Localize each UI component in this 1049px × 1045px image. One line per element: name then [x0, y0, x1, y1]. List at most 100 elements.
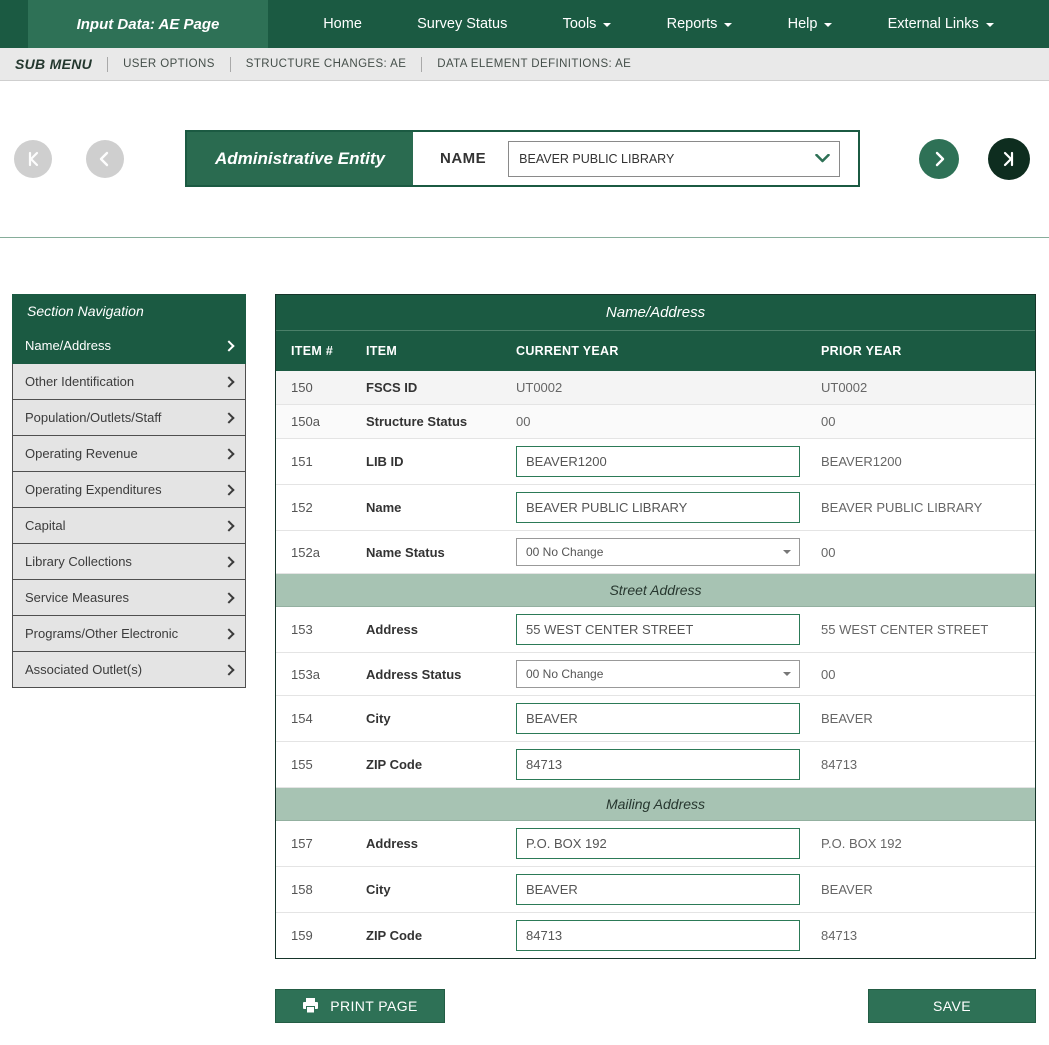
entity-header: Administrative Entity NAME BEAVER PUBLIC… [185, 130, 860, 187]
nav-item-label: Help [788, 16, 818, 32]
sidebar-item-capital[interactable]: Capital [12, 508, 246, 544]
nav-item-survey-status[interactable]: Survey Status [417, 16, 507, 32]
caret-down-icon [783, 672, 791, 676]
city-input[interactable] [516, 703, 800, 734]
table-row: 155 ZIP Code 84713 [276, 742, 1035, 788]
last-record-button[interactable] [988, 138, 1030, 180]
submenu-link-structure-changes[interactable]: STRUCTURE CHANGES: AE [246, 58, 406, 70]
sidebar-item-programs-other-electronic[interactable]: Programs/Other Electronic [12, 616, 246, 652]
table-row: 158 City BEAVER [276, 867, 1035, 913]
street-address-input[interactable] [516, 614, 800, 645]
item-number: 153a [276, 667, 366, 682]
submenu-link-user-options[interactable]: USER OPTIONS [123, 58, 215, 70]
zip-code-input[interactable] [516, 749, 800, 780]
prior-year-value: BEAVER [821, 711, 1035, 726]
sidebar-item-label: Capital [25, 518, 65, 533]
sidebar-item-name-address[interactable]: Name/Address [12, 328, 246, 364]
nav-item-label: External Links [888, 16, 979, 32]
lib-id-input[interactable] [516, 446, 800, 477]
chevron-left-icon [97, 151, 113, 167]
nav-item-label: Reports [667, 16, 718, 32]
prior-year-value: BEAVER PUBLIC LIBRARY [821, 500, 1035, 515]
nav-item-external-links[interactable]: External Links [888, 16, 994, 32]
chevron-right-icon [223, 412, 234, 423]
table-row: 152a Name Status 00 No Change 00 [276, 531, 1035, 574]
name-address-table: Name/Address ITEM # ITEM CURRENT YEAR PR… [275, 294, 1036, 959]
sidebar-item-operating-revenue[interactable]: Operating Revenue [12, 436, 246, 472]
chevron-right-icon [223, 628, 234, 639]
entity-name-dropdown[interactable]: BEAVER PUBLIC LIBRARY [508, 141, 840, 177]
sidebar-item-operating-expenditures[interactable]: Operating Expenditures [12, 472, 246, 508]
sidebar-item-other-identification[interactable]: Other Identification [12, 364, 246, 400]
item-number: 158 [276, 882, 366, 897]
table-row: 153a Address Status 00 No Change 00 [276, 653, 1035, 696]
sub-menu-title: SUB MENU [15, 56, 92, 72]
top-nav-items: Home Survey Status Tools Reports Help Ex… [268, 0, 1049, 48]
table-row: 157 Address P.O. BOX 192 [276, 821, 1035, 867]
table-row: 153 Address 55 WEST CENTER STREET [276, 607, 1035, 653]
item-number: 152a [276, 545, 366, 560]
save-button[interactable]: SAVE [868, 989, 1036, 1023]
mailing-city-input[interactable] [516, 874, 800, 905]
sidebar-item-population-outlets-staff[interactable]: Population/Outlets/Staff [12, 400, 246, 436]
prior-year-value: 55 WEST CENTER STREET [821, 622, 1035, 637]
column-header-item-number: ITEM # [276, 344, 366, 358]
prior-year-value: 00 [821, 545, 1035, 560]
entity-title: Administrative Entity [187, 132, 413, 185]
prior-year-value: UT0002 [821, 380, 1035, 395]
item-name: City [366, 882, 516, 897]
chevron-down-icon [815, 154, 830, 163]
chevron-right-icon [223, 592, 234, 603]
section-header-mailing-address: Mailing Address [276, 788, 1035, 821]
section-navigation-title: Section Navigation [12, 294, 246, 328]
mailing-address-input[interactable] [516, 828, 800, 859]
nav-item-help[interactable]: Help [788, 16, 833, 32]
column-header-current-year: CURRENT YEAR [516, 344, 821, 358]
tab-input-data-ae-page[interactable]: Input Data: AE Page [28, 0, 268, 48]
table-row: 150a Structure Status 00 00 [276, 405, 1035, 439]
chevron-right-icon [223, 448, 234, 459]
submenu-link-data-element-definitions[interactable]: DATA ELEMENT DEFINITIONS: AE [437, 58, 631, 70]
print-page-button[interactable]: PRINT PAGE [275, 989, 445, 1023]
nav-item-tools[interactable]: Tools [563, 16, 612, 32]
sidebar-item-associated-outlets[interactable]: Associated Outlet(s) [12, 652, 246, 688]
table-title: Name/Address [276, 295, 1035, 330]
content: Section Navigation Name/Address Other Id… [12, 294, 1036, 959]
sidebar-item-service-measures[interactable]: Service Measures [12, 580, 246, 616]
item-number: 157 [276, 836, 366, 851]
table-row: 150 FSCS ID UT0002 UT0002 [276, 371, 1035, 405]
caret-down-icon [724, 23, 732, 27]
item-name: LIB ID [366, 454, 516, 469]
record-navigation: Administrative Entity NAME BEAVER PUBLIC… [14, 130, 1034, 187]
prior-year-value: 84713 [821, 928, 1035, 943]
skip-to-first-icon [25, 151, 41, 167]
skip-to-last-icon [1001, 151, 1017, 167]
nav-item-reports[interactable]: Reports [667, 16, 733, 32]
current-year-value: 00 [516, 414, 821, 429]
item-number: 153 [276, 622, 366, 637]
item-number: 159 [276, 928, 366, 943]
separator [230, 57, 231, 72]
item-name: ZIP Code [366, 757, 516, 772]
sidebar-item-label: Name/Address [25, 338, 111, 353]
sidebar-item-label: Service Measures [25, 590, 129, 605]
item-number: 154 [276, 711, 366, 726]
section-navigation: Section Navigation Name/Address Other Id… [12, 294, 246, 688]
mailing-zip-code-input[interactable] [516, 920, 800, 951]
item-number: 152 [276, 500, 366, 515]
table-row: 159 ZIP Code 84713 [276, 913, 1035, 958]
address-status-select[interactable]: 00 No Change [516, 660, 800, 688]
next-record-button[interactable] [919, 139, 959, 179]
chevron-right-icon [223, 556, 234, 567]
name-label: NAME [440, 150, 486, 167]
chevron-right-icon [223, 376, 234, 387]
sidebar-item-library-collections[interactable]: Library Collections [12, 544, 246, 580]
first-record-button[interactable] [14, 140, 52, 178]
item-name: FSCS ID [366, 380, 516, 395]
caret-down-icon [824, 23, 832, 27]
item-name: Name [366, 500, 516, 515]
previous-record-button[interactable] [86, 140, 124, 178]
name-status-select[interactable]: 00 No Change [516, 538, 800, 566]
nav-item-home[interactable]: Home [323, 16, 362, 32]
name-input[interactable] [516, 492, 800, 523]
